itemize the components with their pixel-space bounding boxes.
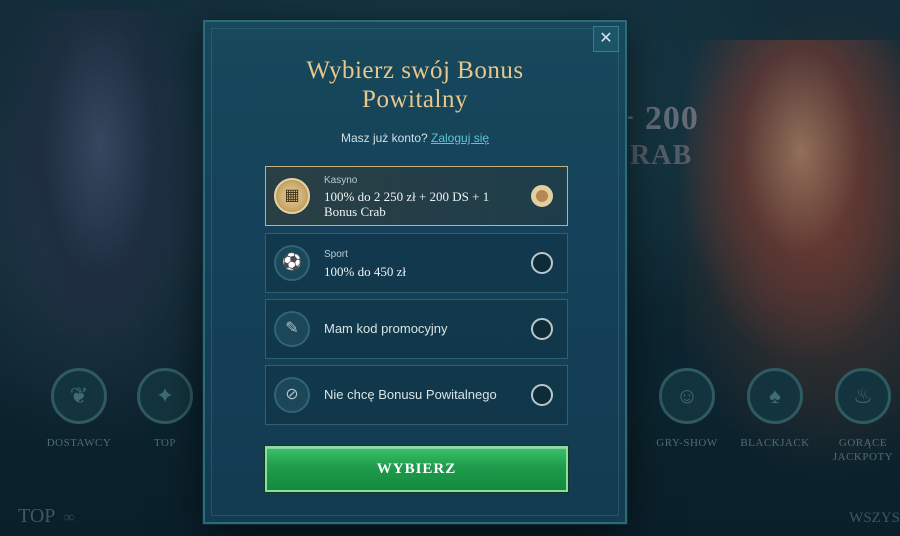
option-radio[interactable] [531,318,553,340]
ticket-icon: ✎ [274,311,310,347]
bonus-option-sport[interactable]: ⚽ Sport 100% do 450 zł [265,233,568,293]
option-category: Sport [324,249,348,260]
login-link[interactable]: Zaloguj się [431,131,489,145]
category-label: GORĄCE JACKPOTY [832,437,894,463]
login-prompt-text: Masz już konto? [340,131,428,145]
welcome-bonus-modal: ✕ Wybierz swój Bonus Powitalny Masz już … [203,20,627,524]
top-icon: ✦ [137,368,193,424]
infinity-icon: ∞ [63,509,75,526]
cards-icon: ♠ [747,368,803,424]
option-label: Nie chcę Bonusu Powitalnego [324,387,497,402]
category-hot-jackpots[interactable]: ♨ GORĄCE JACKPOTY [818,368,900,464]
option-radio[interactable] [531,252,553,274]
hero-illustration-right [680,40,900,360]
close-icon: ✕ [599,30,613,47]
bonus-option-promo-code[interactable]: ✎ Mam kod promocyjny [265,299,568,359]
option-label: 100% do 450 zł [324,264,406,279]
option-category: Kasyno [324,175,358,186]
option-label: Mam kod promocyjny [324,321,448,336]
bonus-option-casino[interactable]: ▦ Kasyno 100% do 2 250 zł + 200 DS + 1 B… [265,166,568,226]
option-radio[interactable] [531,384,553,406]
choose-button[interactable]: WYBIERZ [265,446,568,492]
soccer-ball-icon: ⚽ [274,245,310,281]
section-top-text: TOP [18,505,56,527]
category-top[interactable]: ✦ TOP [120,368,210,450]
bonus-option-none[interactable]: ⊘ Nie chcę Bonusu Powitalnego [265,365,568,425]
modal-title-text: Wybierz swój Bonus Powitalny [306,57,524,113]
option-radio[interactable] [531,185,553,207]
background-headline-2: RAB [630,140,693,171]
background-headline: + 200 [615,100,699,137]
category-providers[interactable]: ❦ DOSTAWCY [34,368,124,450]
section-top-label: TOP ∞ [18,505,75,528]
providers-icon: ❦ [51,368,107,424]
login-prompt: Masz już konto? Zaloguj się [205,131,625,145]
category-label: GRY-SHOW [656,437,718,449]
no-bonus-icon: ⊘ [274,377,310,413]
section-all-link[interactable]: WSZYS [849,510,900,527]
category-blackjack[interactable]: ♠ BLACKJACK [730,368,820,450]
option-label: 100% do 2 250 zł + 200 DS + 1 Bonus Crab [324,189,490,219]
category-label: TOP [153,437,177,449]
category-game-shows[interactable]: ☺ GRY-SHOW [642,368,732,450]
close-button[interactable]: ✕ [593,26,619,52]
category-label: BLACKJACK [740,437,810,449]
slot-machine-icon: ▦ [274,178,310,214]
modal-title: Wybierz swój Bonus Powitalny [205,56,625,114]
mask-icon: ☺ [659,368,715,424]
flame-icon: ♨ [835,368,891,424]
hero-illustration-left [10,10,190,350]
category-label: DOSTAWCY [46,437,112,449]
